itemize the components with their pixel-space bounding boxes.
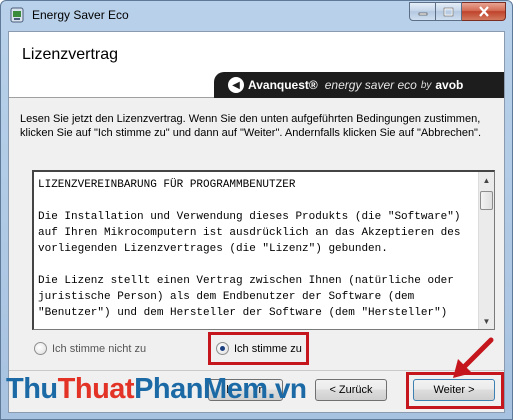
pointer-arrow-icon (453, 337, 494, 378)
decline-radio[interactable] (34, 342, 47, 355)
banner-product: energy saver eco (324, 78, 417, 92)
minimize-icon (418, 12, 427, 15)
brand-banner: ◀ Avanquest® energy saver eco by avob (214, 72, 504, 98)
scroll-thumb[interactable] (480, 191, 493, 210)
footer-divider (9, 370, 504, 371)
window-title: Energy Saver Eco (32, 8, 129, 22)
license-scrollbar[interactable]: ▲ ▼ (478, 172, 494, 329)
dialog-content: Lizenzvertrag ◀ Avanquest® energy saver … (8, 31, 505, 413)
next-button[interactable]: Weiter > (413, 379, 495, 401)
close-button[interactable] (462, 2, 506, 21)
site-watermark: Thu Thuat PhanMem .vn (6, 373, 307, 413)
banner-partner: avob (435, 78, 464, 92)
title-bar[interactable]: Energy Saver Eco (1, 1, 512, 31)
back-button[interactable]: < Zurück (315, 379, 387, 401)
page-title: Lizenzvertrag (22, 46, 119, 63)
license-textbox[interactable]: LIZENZVEREINBARUNG FÜR PROGRAMMBENUTZER … (32, 170, 495, 330)
accept-radio[interactable] (216, 342, 229, 355)
close-icon (478, 6, 489, 17)
watermark-part4: .vn (267, 373, 307, 404)
maximize-icon (443, 7, 454, 16)
minimize-button[interactable] (409, 2, 436, 21)
banner-by: by (420, 79, 432, 91)
scroll-down-icon[interactable]: ▼ (479, 313, 494, 329)
watermark-part2: Thuat (57, 373, 135, 405)
banner-brand: Avanquest® (248, 78, 318, 92)
app-icon (10, 7, 24, 23)
license-text: LIZENZVEREINBARUNG FÜR PROGRAMMBENUTZER … (38, 179, 461, 319)
intro-text: Lesen Sie jetzt den Lizenzvertrag. Wenn … (20, 113, 482, 139)
accept-option[interactable]: Ich stimme zu (216, 342, 302, 355)
watermark-part3: PhanMem (134, 373, 268, 405)
watermark-part1: Thu (6, 373, 58, 405)
maximize-button[interactable] (436, 2, 462, 21)
decline-option[interactable]: Ich stimme nicht zu (34, 342, 146, 355)
accept-label: Ich stimme zu (234, 342, 302, 355)
caption-buttons (409, 2, 506, 21)
page-header: Lizenzvertrag ◀ Avanquest® energy saver … (9, 32, 504, 98)
decline-label: Ich stimme nicht zu (52, 342, 147, 355)
scroll-up-icon[interactable]: ▲ (479, 172, 494, 188)
installer-window: Energy Saver Eco Lizenzvertrag ◀ Avanque… (0, 0, 513, 420)
avanquest-logo-icon: ◀ (228, 77, 244, 93)
